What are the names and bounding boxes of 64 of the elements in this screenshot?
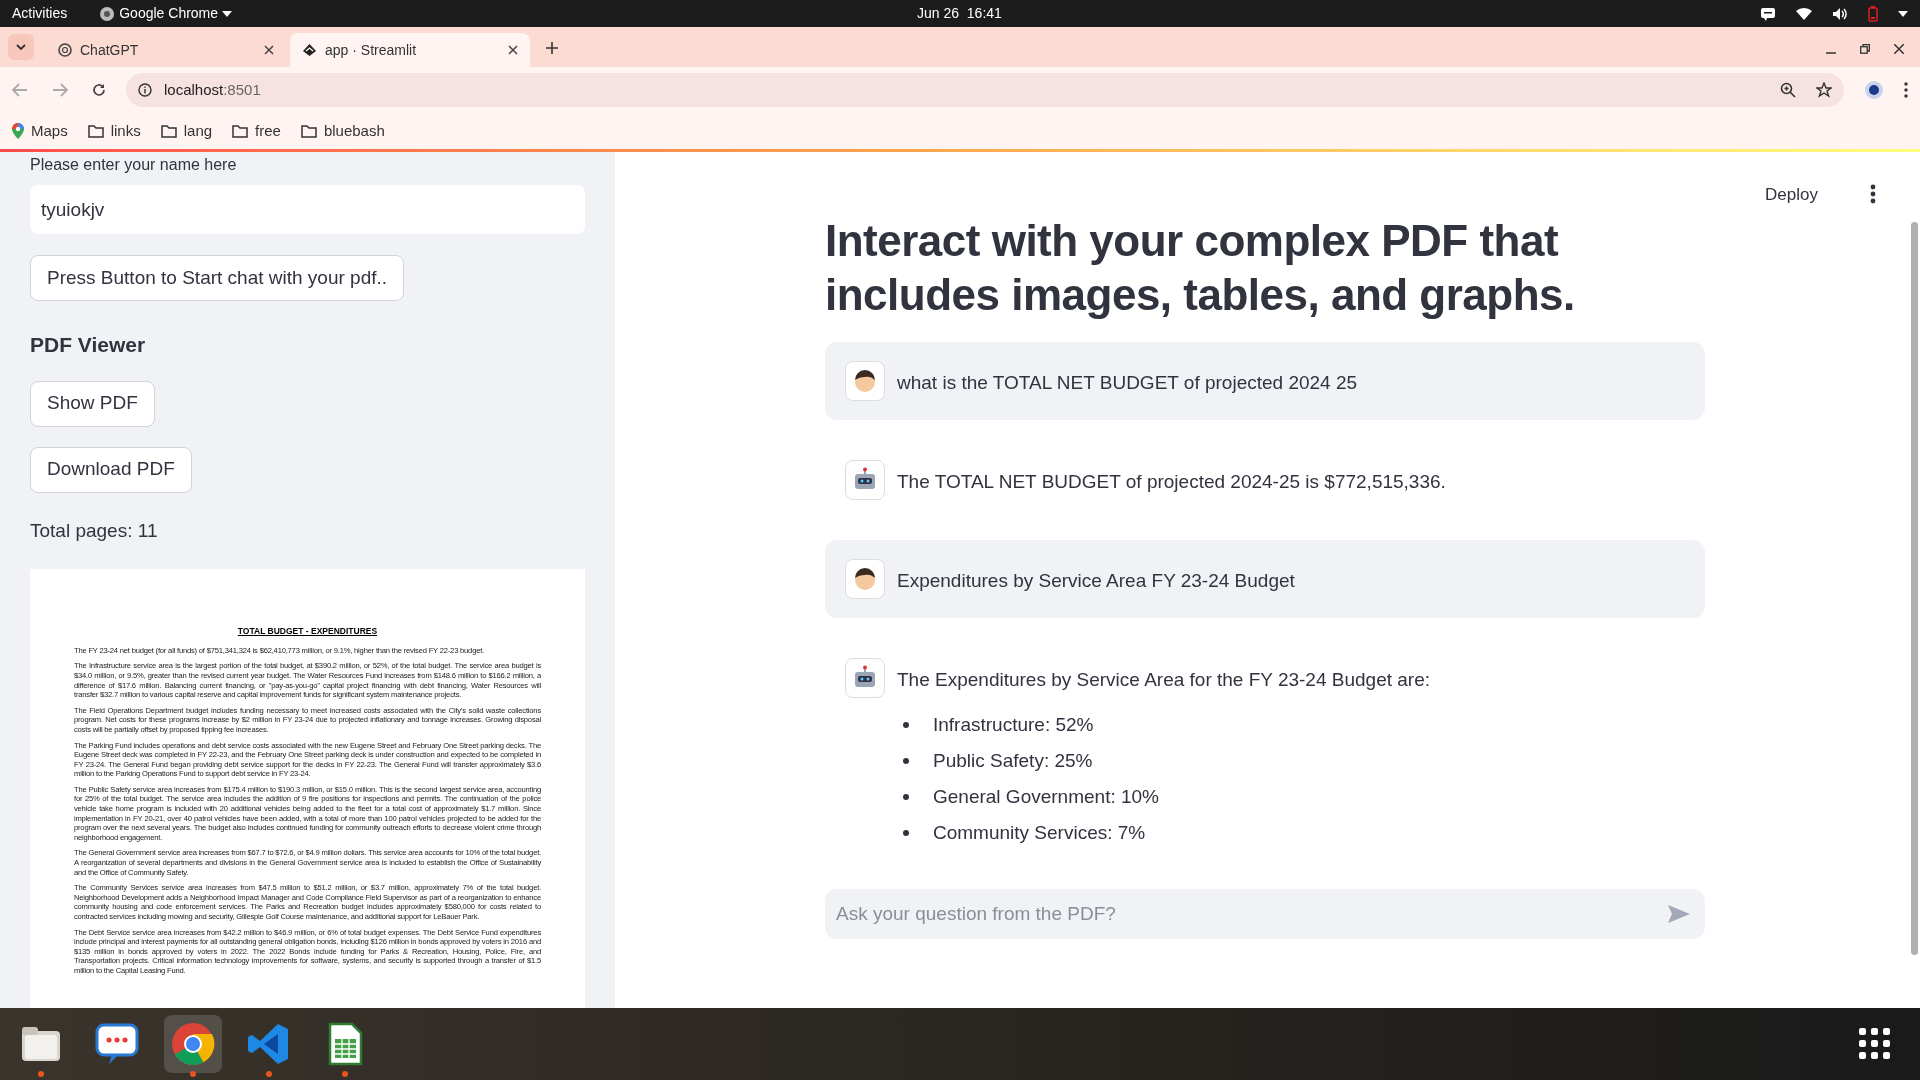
battery-icon[interactable] [1868,5,1878,22]
info-icon[interactable] [138,83,152,97]
start-chat-button[interactable]: Press Button to Start chat with your pdf.. [30,255,405,301]
wifi-icon[interactable] [1796,7,1812,20]
field-label: Please enter your name here [30,155,238,175]
close-icon[interactable] [264,45,274,55]
restore-icon[interactable] [1860,44,1870,54]
reload-icon[interactable] [92,83,106,97]
download-pdf-button[interactable]: Download PDF [30,446,192,493]
message-text: The Expenditures by Service Area for the FY 23-24 Budget are: [897,668,1430,692]
extension-icon[interactable] [1864,80,1884,100]
caret-icon [16,44,26,50]
browser-icon [170,1021,216,1067]
deploy-button[interactable]: Deploy [1765,182,1818,208]
dropdown-icon[interactable] [1898,10,1908,17]
person-avatar-icon [852,566,878,592]
menu-icon[interactable] [1904,82,1908,98]
document-heading: TOTAL BUDGET - EXPENDITURES [236,625,379,638]
close-icon[interactable] [508,45,518,55]
list-item-text: General Government: 10% [933,784,1159,809]
more-options-icon[interactable] [1870,184,1876,204]
address-bar[interactable]: localhost:8501 [126,73,1844,107]
volume-icon[interactable] [1832,6,1848,21]
bookmark[interactable]: bluebash [300,119,385,143]
close-icon[interactable] [1894,44,1904,54]
section-heading: PDF Viewer [30,332,147,358]
bookmark[interactable]: links [87,119,141,143]
browser-tab[interactable]: app · Streamlit [290,33,530,67]
message-text: what is the TOTAL NET BUDGET of projected 2024 25 [897,371,1358,395]
list-item-text: Community Services: 7% [933,820,1146,845]
new-tab-icon[interactable] [546,42,558,54]
folder-icon [300,124,317,138]
message-text: The TOTAL NET BUDGET of projected 2024-25 is $772,515,336. [897,470,1446,494]
dropdown-icon[interactable] [222,10,233,17]
folder-icon [160,124,177,138]
scrollbar[interactable] [1911,222,1918,955]
folder-icon [232,124,249,138]
folder-icon [87,124,104,138]
bullet-icon [903,793,909,800]
activities-button[interactable]: Activities [12,3,68,24]
app-grid-icon[interactable] [1858,1027,1892,1061]
bullet-icon [903,829,909,836]
zoom-icon[interactable] [1780,82,1796,98]
chat-input-field[interactable]: Ask your question from the PDF? [825,889,1705,939]
chat-bubble-icon [94,1021,140,1067]
page-count: Total pages: 11 [30,518,159,543]
list-item-text: Infrastructure: 52% [933,712,1094,737]
name-input-field[interactable]: tyuiokjv [30,185,585,234]
star-icon[interactable] [1816,82,1832,98]
message-text: Expenditures by Service Area FY 23-24 Budget [897,569,1295,593]
map-pin-icon [12,123,24,139]
clock[interactable]: Jun 26 16:41 [917,3,1002,24]
page-title: Interact with your complex PDF that includes images, tables, and graphs. [825,215,1576,321]
bookmark[interactable]: Maps [12,119,68,143]
show-pdf-button[interactable]: Show PDF [30,380,155,427]
bookmark[interactable]: free [232,119,281,143]
bookmark[interactable]: lang [160,119,213,143]
list-item-text: Public Safety: 25% [933,748,1093,773]
notification-icon[interactable] [1760,6,1776,21]
bullet-icon [903,721,909,728]
tab-search-button[interactable] [8,34,34,60]
bullet-icon [903,757,909,764]
person-avatar-icon [852,368,878,394]
app-menu-label[interactable]: Google Chrome [119,3,219,24]
